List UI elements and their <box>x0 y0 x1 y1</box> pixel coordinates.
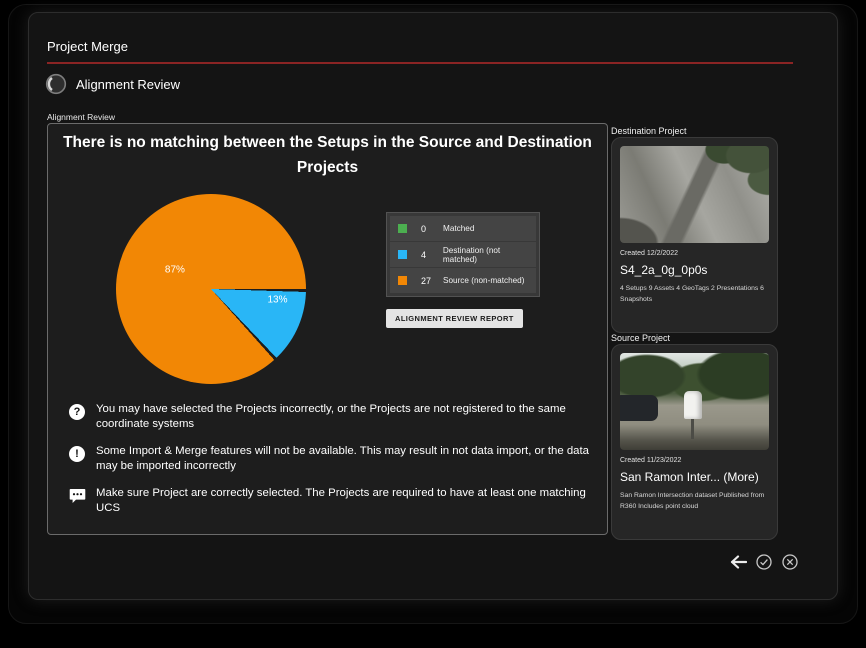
destination-project-label: Destination Project <box>611 126 687 136</box>
note-item-matching-ucs: Make sure Project are correctly selected… <box>58 486 600 516</box>
alignment-review-report-button[interactable]: ALIGNMENT REVIEW REPORT <box>386 309 523 328</box>
destination-created-date: Created 12/2/2022 <box>620 250 769 257</box>
screen-background: Project Merge Alignment Review Alignment… <box>0 0 866 648</box>
source-project-title[interactable]: San Ramon Inter... (More) <box>620 470 769 484</box>
note-text: Make sure Project are correctly selected… <box>96 486 600 516</box>
legend-count-source: 27 <box>421 276 443 286</box>
legend-row-source: 27 Source (non-matched) <box>390 268 536 293</box>
footer-actions <box>729 553 799 571</box>
destination-project-title: S4_2a_0g_0p0s <box>620 263 769 277</box>
source-thumbnail <box>620 353 769 450</box>
legend-count-destination: 4 <box>421 250 443 260</box>
alignment-review-header: Alignment Review <box>45 73 180 95</box>
legend-label-source: Source (non-matched) <box>443 276 524 285</box>
source-project-details: San Ramon Intersection dataset Published… <box>620 491 769 512</box>
pie-percent-source: 87% <box>165 265 185 276</box>
title-divider <box>47 62 793 64</box>
note-item-import-merge: ! Some Import & Merge features will not … <box>58 444 600 474</box>
legend-label-destination: Destination (not matched) <box>443 246 536 264</box>
close-button[interactable] <box>781 553 799 571</box>
legend-swatch-matched <box>398 224 407 233</box>
comment-bubble-icon <box>69 488 86 516</box>
project-merge-window: Project Merge Alignment Review Alignment… <box>28 12 838 600</box>
legend-swatch-destination <box>398 250 407 259</box>
legend-label-matched: Matched <box>443 224 474 233</box>
note-item-coordinate-systems: ? You may have selected the Projects inc… <box>58 402 600 432</box>
exclamation-icon: ! <box>69 446 85 462</box>
section-title: Alignment Review <box>76 77 180 92</box>
legend-count-matched: 0 <box>421 224 443 234</box>
car-shape <box>620 395 658 421</box>
source-project-label: Source Project <box>611 333 670 343</box>
note-text: You may have selected the Projects incor… <box>96 402 600 432</box>
legend-row-destination: 4 Destination (not matched) <box>390 242 536 267</box>
chart-legend: 0 Matched 4 Destination (not matched) 27… <box>386 212 540 297</box>
legend-row-matched: 0 Matched <box>390 216 536 241</box>
source-project-card[interactable]: Created 11/23/2022 San Ramon Inter... (M… <box>611 344 778 540</box>
note-text: Some Import & Merge features will not be… <box>96 444 600 474</box>
destination-project-card[interactable]: Created 12/2/2022 S4_2a_0g_0p0s 4 Setups… <box>611 137 778 333</box>
window-title: Project Merge <box>47 39 128 54</box>
note-icon-column: ? <box>58 402 96 432</box>
alignment-review-icon <box>45 73 67 95</box>
note-icon-column <box>58 486 96 516</box>
check-circle-icon <box>756 554 772 570</box>
back-arrow-icon <box>730 555 747 569</box>
legend-swatch-source <box>398 276 407 285</box>
notes-list: ? You may have selected the Projects inc… <box>58 402 600 528</box>
confirm-button[interactable] <box>755 553 773 571</box>
destination-thumbnail <box>620 146 769 243</box>
question-mark-icon: ? <box>69 404 85 420</box>
back-button[interactable] <box>729 553 747 571</box>
x-circle-icon <box>782 554 798 570</box>
scanner-tripod <box>691 419 694 439</box>
note-icon-column: ! <box>58 444 96 474</box>
source-created-date: Created 11/23/2022 <box>620 457 769 464</box>
no-matching-heading: There is no matching between the Setups … <box>60 131 595 181</box>
destination-project-details: 4 Setups 9 Assets 4 GeoTags 2 Presentati… <box>620 284 769 305</box>
pie-chart: 87% 13% <box>116 194 306 384</box>
alignment-review-panel-label: Alignment Review <box>47 112 115 122</box>
alignment-review-panel: There is no matching between the Setups … <box>47 123 608 535</box>
scanner-shape <box>684 391 702 419</box>
pie-percent-destination: 13% <box>267 295 287 306</box>
